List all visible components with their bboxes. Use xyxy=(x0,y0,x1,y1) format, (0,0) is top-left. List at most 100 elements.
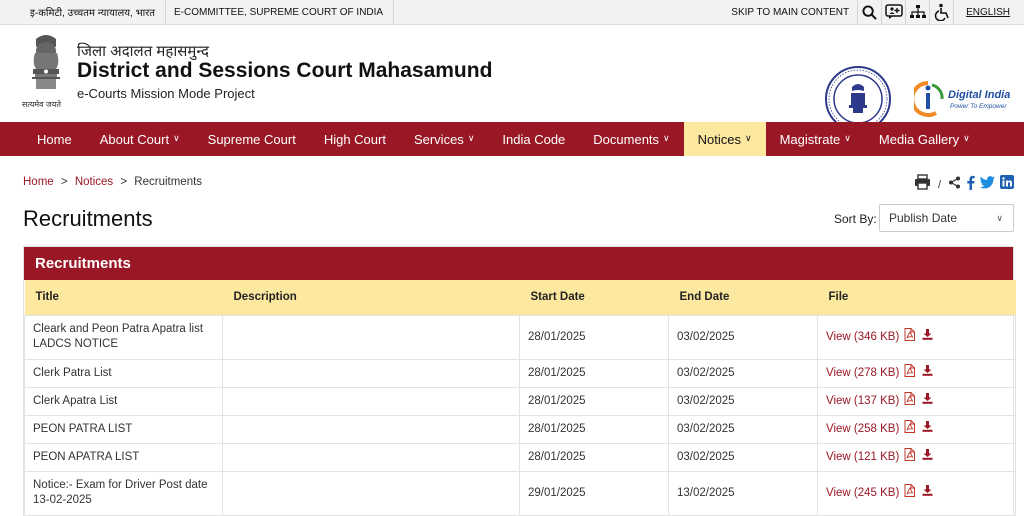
cell-file: View (121 KB) xyxy=(817,442,1016,472)
chevron-down-icon: ∨ xyxy=(663,132,670,143)
cell-file: View (245 KB) xyxy=(817,470,1016,516)
cell-start-date: 28/01/2025 xyxy=(519,414,669,444)
pdf-icon[interactable] xyxy=(904,448,916,466)
cell-start-date: 28/01/2025 xyxy=(519,314,669,360)
cell-description xyxy=(222,442,520,472)
cell-file: View (346 KB) xyxy=(817,314,1016,360)
nav-item-services[interactable]: Services ∨ xyxy=(400,122,488,156)
digital-india-logo[interactable]: Digital India Power To Empower xyxy=(914,77,1014,121)
nav-item-label: Services xyxy=(413,131,464,147)
cell-title: Clerk Apatra List xyxy=(24,386,223,416)
download-icon[interactable] xyxy=(922,329,933,345)
nav-item-media-gallery[interactable]: Media Gallery ∨ xyxy=(865,122,984,156)
cell-file: View (258 KB) xyxy=(817,414,1016,444)
nav-item-home[interactable]: Home xyxy=(23,122,86,156)
chevron-down-icon: ∨ xyxy=(996,213,1003,223)
skip-to-main-content-link[interactable]: SKIP TO MAIN CONTENT xyxy=(723,7,857,18)
emblem-motto: सत्यमेव जयते xyxy=(22,100,61,109)
breadcrumb-notices-link[interactable]: Notices xyxy=(75,176,113,188)
cell-title: Cleark and Peon Patra Apatra list LADCS … xyxy=(24,314,223,360)
cell-title: PEON PATRA LIST xyxy=(24,414,223,444)
table-row: Clerk Patra List 28/01/2025 03/02/2025 View… xyxy=(24,358,1016,388)
accessibility-icon[interactable] xyxy=(929,0,953,24)
cell-title: Clerk Patra List xyxy=(24,358,223,388)
sort-by-select[interactable]: Publish Date ∨ xyxy=(879,204,1014,232)
cell-end-date: 03/02/2025 xyxy=(668,386,818,416)
view-file-link[interactable]: View (137 KB) xyxy=(826,395,899,407)
cell-description xyxy=(222,470,520,516)
divider xyxy=(165,0,167,24)
table-row: Clerk Apatra List 28/01/2025 03/02/2025 Vie… xyxy=(24,386,1016,416)
table-row: Cleark and Peon Patra Apatra list LADCS … xyxy=(24,314,1016,360)
social-media-icon[interactable] xyxy=(881,0,905,24)
pdf-icon[interactable] xyxy=(904,484,916,502)
nav-item-high-court[interactable]: High Court xyxy=(310,122,400,156)
view-file-link[interactable]: View (258 KB) xyxy=(826,423,899,435)
nav-item-label: Documents xyxy=(593,131,660,147)
cell-end-date: 03/02/2025 xyxy=(668,358,818,388)
download-icon[interactable] xyxy=(922,485,933,501)
nav-item-notices[interactable]: Notices ∨ xyxy=(683,122,766,156)
pdf-icon[interactable] xyxy=(904,328,916,346)
nav-item-label: Notices xyxy=(697,131,741,147)
cell-end-date: 03/02/2025 xyxy=(668,314,818,360)
cell-title: PEON APATRA LIST xyxy=(24,442,223,472)
search-icon[interactable] xyxy=(857,0,881,24)
cell-start-date: 28/01/2025 xyxy=(519,358,669,388)
chevron-down-icon: ∨ xyxy=(467,132,475,143)
view-file-link[interactable]: View (245 KB) xyxy=(826,487,899,499)
pdf-icon[interactable] xyxy=(904,420,916,438)
breadcrumb-home-link[interactable]: Home xyxy=(23,176,54,188)
table-row: PEON APATRA LIST 28/01/2025 03/02/2025 View… xyxy=(24,442,1016,472)
site-subtitle: e-Courts Mission Mode Project xyxy=(77,86,255,101)
download-icon[interactable] xyxy=(922,421,933,437)
nav-item-label: Media Gallery xyxy=(878,131,960,147)
ecommittee-hindi-link[interactable]: इ-कमिटी, उच्चतम न्यायालय, भारत xyxy=(30,5,165,19)
chevron-down-icon: ∨ xyxy=(963,132,970,143)
language-selector[interactable]: ENGLISH xyxy=(953,0,1024,24)
cell-start-date: 29/01/2025 xyxy=(519,470,669,516)
view-file-link[interactable]: View (346 KB) xyxy=(826,331,899,343)
sort-by-value: Publish Date xyxy=(889,211,958,225)
linkedin-icon[interactable] xyxy=(1000,175,1014,194)
divider xyxy=(393,0,395,24)
ecommittee-link[interactable]: E-COMMITTEE, SUPREME COURT OF INDIA xyxy=(174,7,393,18)
download-icon[interactable] xyxy=(922,393,933,409)
digital-india-title: Digital India xyxy=(948,89,1010,101)
column-header-end-date: End Date xyxy=(668,280,818,315)
nav-item-documents[interactable]: Documents ∨ xyxy=(579,122,683,156)
cell-file: View (137 KB) xyxy=(817,386,1016,416)
sort-by-label: Sort By: xyxy=(834,212,877,226)
facebook-icon[interactable] xyxy=(966,175,975,195)
nav-item-magistrate[interactable]: Magistrate ∨ xyxy=(766,122,865,156)
table-header-row: Title Description Start Date End Date Fi… xyxy=(24,280,1016,315)
nav-item-label: India Code xyxy=(502,131,566,147)
pdf-icon[interactable] xyxy=(904,392,916,410)
download-icon[interactable] xyxy=(922,365,933,381)
view-file-link[interactable]: View (278 KB) xyxy=(826,367,899,379)
site-title-hindi: जिला अदालत महासमुन्द xyxy=(77,43,209,60)
view-file-link[interactable]: View (121 KB) xyxy=(826,451,899,463)
recruitments-panel: Recruitments Title Description Start Dat… xyxy=(23,246,1016,516)
site-header: सत्यमेव जयते जिला अदालत महासमुन्द Distri… xyxy=(0,25,1024,132)
main-navigation: Home About Court ∨ Supreme Court High Court S… xyxy=(0,122,1024,156)
cell-file: View (278 KB) xyxy=(817,358,1016,388)
nav-item-about-court[interactable]: About Court ∨ xyxy=(86,122,194,156)
top-utility-bar: इ-कमिटी, उच्चतम न्यायालय, भारत E-COMMITT… xyxy=(0,0,1024,25)
site-title[interactable]: District and Sessions Court Mahasamund xyxy=(77,59,492,83)
download-icon[interactable] xyxy=(922,449,933,465)
chevron-down-icon: ∨ xyxy=(844,132,851,143)
column-header-start-date: Start Date xyxy=(519,280,669,315)
print-icon[interactable] xyxy=(914,174,931,195)
nav-item-india-code[interactable]: India Code xyxy=(488,122,579,156)
pdf-icon[interactable] xyxy=(904,364,916,382)
national-emblem-icon xyxy=(32,35,60,89)
twitter-icon[interactable] xyxy=(979,175,995,194)
table-row: Notice:- Exam for Driver Post date 13-02… xyxy=(24,470,1016,516)
cell-end-date: 03/02/2025 xyxy=(668,414,818,444)
nav-item-supreme-court[interactable]: Supreme Court xyxy=(194,122,310,156)
table-row: PEON PATRA LIST 28/01/2025 03/02/2025 View … xyxy=(24,414,1016,444)
panel-heading: Recruitments xyxy=(24,247,1013,280)
share-icon[interactable] xyxy=(948,176,961,194)
sitemap-icon[interactable] xyxy=(905,0,929,24)
